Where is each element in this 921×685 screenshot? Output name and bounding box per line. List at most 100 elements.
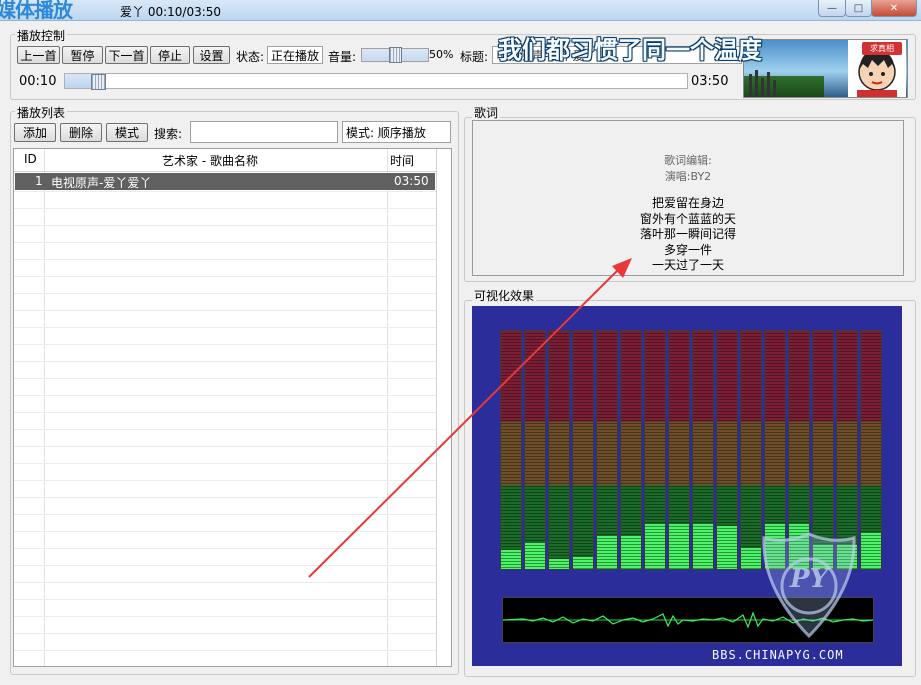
progress-thumb[interactable]	[91, 74, 106, 90]
visualizer-panel: PY BBS.CHINAPYG.COM	[472, 306, 902, 666]
table-gridline	[14, 225, 436, 226]
status-value: 正在播放	[267, 46, 323, 64]
playlist-title: 播放列表	[15, 104, 68, 121]
column-divider	[44, 149, 45, 666]
watermark-site: BBS.CHINAPYG.COM	[712, 648, 844, 662]
spectrum-bar	[716, 330, 738, 570]
minimize-button[interactable]: —	[818, 0, 846, 17]
spectrum-bar	[524, 330, 546, 570]
spectrum-bar	[620, 330, 642, 570]
spectrum-bar-level	[621, 536, 641, 569]
search-input[interactable]	[190, 121, 338, 143]
progress-fill	[65, 74, 92, 88]
table-gridline	[14, 446, 436, 447]
table-gridline	[14, 208, 436, 209]
app-overlay-title: 媒体播放	[0, 0, 73, 22]
title-label: 标题:	[460, 50, 489, 64]
spectrum-bar	[860, 330, 882, 570]
lyrics-title: 歌词	[472, 104, 501, 121]
spectrum-bar-level	[717, 526, 737, 569]
spectrum-bar-level	[741, 548, 761, 569]
row-name: 电视原声-爱丫爱丫	[51, 176, 152, 190]
spectrum-bar	[668, 330, 690, 570]
volume-percent: 50%	[429, 48, 454, 61]
spectrum-bar-level	[525, 543, 545, 569]
lyric-banner: 我们都习惯了同一个温度	[498, 36, 762, 64]
spectrum-bar-level	[597, 536, 617, 569]
spectrum-bar	[740, 330, 762, 570]
table-gridline	[14, 633, 436, 634]
pause-button[interactable]: 暂停	[62, 46, 103, 64]
spectrum-bar	[692, 330, 714, 570]
table-row[interactable]: 1 电视原声-爱丫爱丫 03:50	[15, 173, 435, 190]
elapsed-time: 00:10	[19, 74, 57, 89]
table-gridline	[14, 191, 436, 192]
spectrum-bar-level	[501, 550, 521, 569]
spectrum-bar-level	[669, 524, 689, 569]
spectrum-bar-level	[645, 524, 665, 569]
mode-button[interactable]: 模式	[106, 123, 148, 142]
table-gridline	[14, 378, 436, 379]
playback-control-title: 播放控制	[15, 27, 68, 44]
table-gridline	[14, 259, 436, 260]
table-gridline	[14, 582, 436, 583]
visualizer-title: 可视化效果	[472, 287, 537, 304]
table-gridline	[14, 276, 436, 277]
lyric-line: 把爱留在身边	[651, 196, 724, 210]
close-icon: ✕	[889, 2, 899, 14]
volume-slider[interactable]	[361, 47, 429, 63]
window-title: 爱丫 00:10/03:50	[120, 5, 222, 19]
watermark-text: PY	[790, 564, 829, 594]
spectrum-bar-level	[573, 557, 593, 569]
table-gridline	[14, 344, 436, 345]
table-gridline	[14, 310, 436, 311]
spectrum-bar-level	[549, 559, 569, 569]
spectrum-bar-level	[693, 524, 713, 569]
lyric-line: 窗外有个蓝蓝的天	[639, 211, 736, 226]
column-name[interactable]: 艺术家 - 歌曲名称	[162, 152, 258, 169]
maximize-icon: □	[853, 2, 864, 14]
spectrum-bar-level	[861, 533, 881, 569]
table-gridline	[14, 514, 436, 515]
volume-slider-thumb[interactable]	[389, 47, 402, 63]
add-button[interactable]: 添加	[14, 123, 56, 142]
search-label: 搜索:	[154, 127, 183, 141]
album-art: 求真相	[743, 39, 908, 98]
lyric-line: 多穿一件	[663, 242, 712, 257]
table-gridline	[14, 242, 436, 243]
delete-button[interactable]: 删除	[60, 123, 102, 142]
table-gridline	[14, 650, 436, 651]
table-gridline	[14, 361, 436, 362]
building-icon	[749, 70, 776, 97]
column-time[interactable]: 时间	[390, 152, 414, 169]
table-gridline	[14, 429, 436, 430]
table-gridline	[14, 548, 436, 549]
table-gridline	[14, 599, 436, 600]
lyric-line: 落叶那一瞬间记得	[639, 227, 736, 241]
table-gridline	[14, 480, 436, 481]
volume-label: 音量:	[328, 50, 357, 64]
progress-bar[interactable]	[64, 73, 688, 90]
spectrum-bar	[644, 330, 666, 570]
table-gridline	[14, 616, 436, 617]
prev-button[interactable]: 上一首	[17, 46, 60, 64]
playlist-table: ID 艺术家 - 歌曲名称 时间 1 电视原声-爱丫爱丫 03:50	[13, 148, 452, 667]
maximize-button[interactable]: □	[845, 0, 872, 17]
window-titlebar: 媒体播放 爱丫 00:10/03:50 — □ ✕	[0, 0, 921, 22]
table-gridline	[14, 395, 436, 396]
column-id[interactable]: ID	[24, 152, 37, 166]
spectrum-bar	[500, 330, 522, 570]
lyrics-panel: 歌词编辑: 演唱:BY2 把爱留在身边 窗外有个蓝蓝的天 落叶那一瞬间记得 多穿…	[472, 120, 904, 276]
settings-button[interactable]: 设置	[193, 46, 230, 64]
spectrum-bar	[548, 330, 570, 570]
lyric-line: 歌词编辑:	[664, 154, 712, 167]
stop-button[interactable]: 停止	[150, 46, 190, 64]
lyric-line	[473, 184, 903, 196]
column-divider	[436, 149, 437, 666]
status-label: 状态:	[236, 50, 265, 64]
spectrum-bar	[596, 330, 618, 570]
next-button[interactable]: 下一首	[105, 46, 148, 64]
row-time: 03:50	[394, 174, 429, 188]
close-button[interactable]: ✕	[871, 0, 917, 17]
lyric-line: 演唱:BY2	[664, 169, 712, 183]
